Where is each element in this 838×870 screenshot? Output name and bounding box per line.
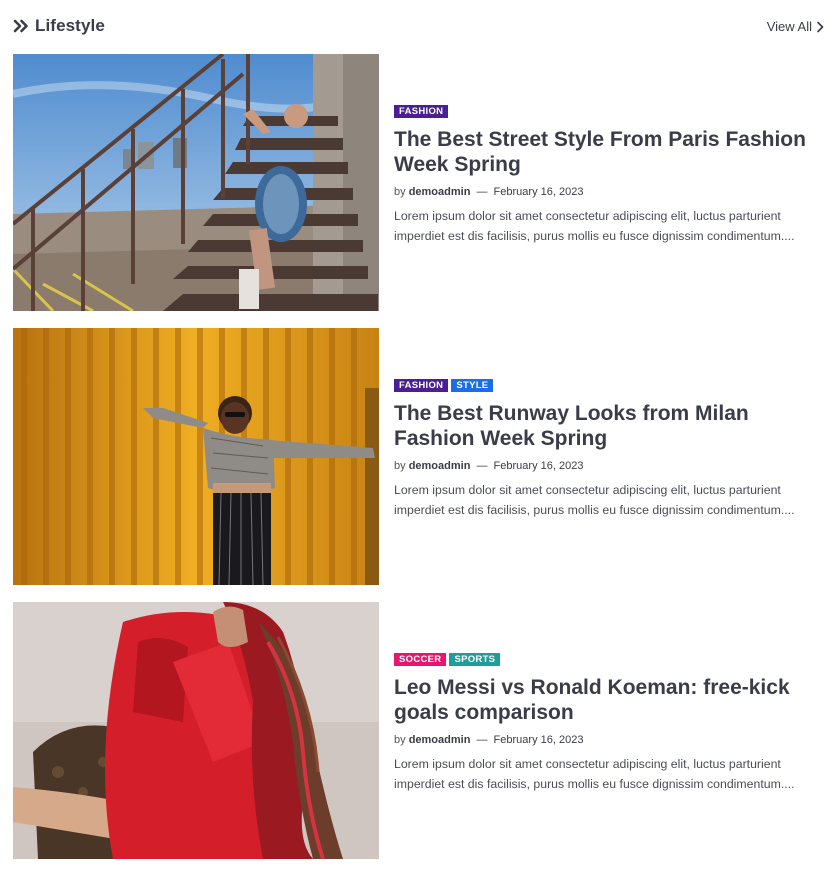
post-meta: by demoadmin — February 16, 2023: [394, 460, 826, 472]
chevron-right-icon: [817, 21, 824, 32]
post-content: SOCCER SPORTS Leo Messi vs Ronald Koeman…: [394, 653, 826, 794]
post-title[interactable]: The Best Street Style From Paris Fashion…: [394, 127, 826, 177]
post-card: FASHION STYLE The Best Runway Looks from…: [13, 328, 825, 585]
category-badges: SOCCER SPORTS: [394, 653, 826, 666]
category-badge-soccer[interactable]: SOCCER: [394, 653, 447, 666]
section-title-wrap: Lifestyle: [13, 16, 105, 36]
post-date: February 16, 2023: [493, 186, 584, 198]
post-content: FASHION The Best Street Style From Paris…: [394, 105, 826, 246]
post-card: FASHION The Best Street Style From Paris…: [13, 54, 825, 311]
street-style-photo: [13, 54, 379, 311]
author-link[interactable]: demoadmin: [409, 460, 471, 472]
by-label: by: [394, 186, 406, 198]
meta-dash: —: [476, 734, 488, 746]
category-badge-sports[interactable]: SPORTS: [449, 653, 501, 666]
author-link[interactable]: demoadmin: [409, 186, 471, 198]
post-excerpt: Lorem ipsum dolor sit amet consectetur a…: [394, 483, 795, 517]
view-all-label: View All: [766, 19, 812, 34]
category-badge-fashion[interactable]: FASHION: [394, 105, 449, 118]
post-date: February 16, 2023: [493, 460, 584, 472]
runway-look-photo: [13, 328, 379, 585]
post-meta: by demoadmin — February 16, 2023: [394, 734, 826, 746]
post-title[interactable]: Leo Messi vs Ronald Koeman: free-kick go…: [394, 675, 826, 725]
meta-dash: —: [476, 460, 488, 472]
meta-dash: —: [476, 186, 488, 198]
by-label: by: [394, 734, 406, 746]
category-badges: FASHION: [394, 105, 826, 118]
section-header: Lifestyle View All: [13, 16, 825, 42]
category-badges: FASHION STYLE: [394, 379, 826, 392]
post-date: February 16, 2023: [493, 734, 584, 746]
double-chevron-right-icon: [13, 19, 28, 33]
red-outfit-photo: [13, 602, 379, 859]
post-thumbnail[interactable]: [13, 328, 379, 585]
post-meta: by demoadmin — February 16, 2023: [394, 186, 826, 198]
post-excerpt: Lorem ipsum dolor sit amet consectetur a…: [394, 757, 795, 791]
post-thumbnail[interactable]: [13, 602, 379, 859]
post-excerpt: Lorem ipsum dolor sit amet consectetur a…: [394, 209, 795, 243]
category-badge-fashion[interactable]: FASHION: [394, 379, 449, 392]
section-title: Lifestyle: [35, 16, 105, 35]
post-content: FASHION STYLE The Best Runway Looks from…: [394, 379, 826, 520]
post-thumbnail[interactable]: [13, 54, 379, 311]
by-label: by: [394, 460, 406, 472]
view-all-link[interactable]: View All: [767, 19, 825, 34]
category-badge-style[interactable]: STYLE: [451, 379, 494, 392]
post-card: SOCCER SPORTS Leo Messi vs Ronald Koeman…: [13, 602, 825, 859]
author-link[interactable]: demoadmin: [409, 734, 471, 746]
post-title[interactable]: The Best Runway Looks from Milan Fashion…: [394, 401, 826, 451]
